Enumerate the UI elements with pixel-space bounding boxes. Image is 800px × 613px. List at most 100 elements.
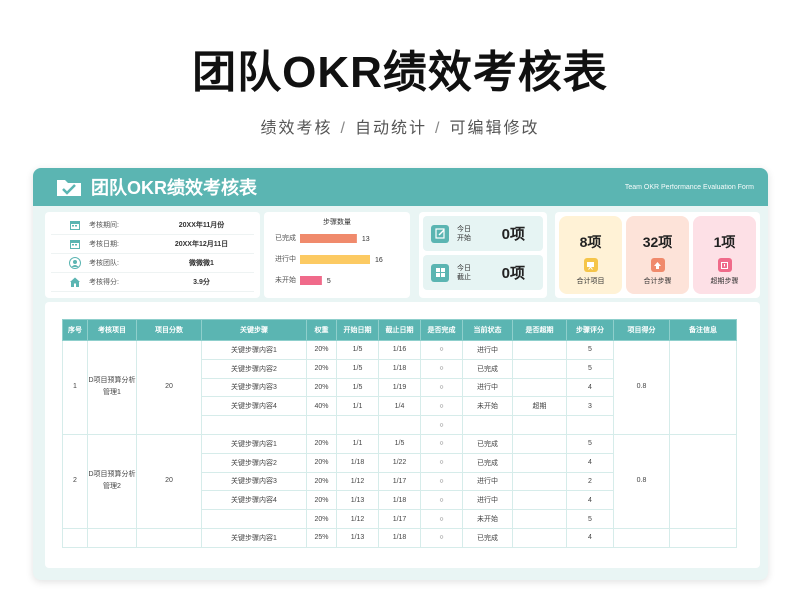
cell-start[interactable]: 1/5 (336, 358, 379, 379)
cell-end[interactable]: 1/18 (378, 358, 421, 379)
cell-done[interactable]: ○ (420, 490, 463, 511)
cell-rating[interactable]: 5 (566, 358, 614, 379)
cell-status[interactable]: 进行中 (462, 490, 513, 511)
cell-weight[interactable]: 20% (306, 377, 337, 398)
cell-end[interactable]: 1/4 (378, 396, 421, 417)
cell-weight[interactable]: 20% (306, 340, 337, 360)
cell-weight[interactable]: 40% (306, 396, 337, 417)
cell-step[interactable]: 关键步骤内容1 (201, 527, 307, 548)
cell-end[interactable]: 1/18 (378, 527, 421, 548)
cell-end[interactable]: 1/5 (378, 433, 421, 454)
cell-status[interactable]: 已完成 (462, 452, 513, 473)
cell-overdue[interactable] (512, 471, 567, 492)
cell-rating[interactable]: 2 (566, 471, 614, 492)
cell-end[interactable]: 1/22 (378, 452, 421, 473)
cell-done[interactable]: ○ (420, 415, 463, 435)
cell-done[interactable]: ○ (420, 509, 463, 529)
cell-project[interactable]: D项目预算分析管理2 (87, 433, 137, 529)
info-value[interactable]: 20XX年11月份 (149, 220, 254, 230)
cell-rating[interactable]: 5 (566, 340, 614, 360)
cell-notes[interactable] (669, 527, 737, 548)
cell-weight[interactable]: 20% (306, 490, 337, 511)
cell-status[interactable]: 已完成 (462, 358, 513, 379)
cell-overdue[interactable] (512, 358, 567, 379)
cell-status[interactable]: 进行中 (462, 377, 513, 398)
cell-status[interactable]: 进行中 (462, 471, 513, 492)
cell-end[interactable]: 1/17 (378, 509, 421, 529)
cell-start[interactable]: 1/13 (336, 490, 379, 511)
cell-end[interactable] (378, 415, 421, 435)
cell-status[interactable]: 未开始 (462, 509, 513, 529)
cell-overdue[interactable] (512, 377, 567, 398)
cell-end[interactable]: 1/18 (378, 490, 421, 511)
cell-start[interactable] (336, 415, 379, 435)
cell-project-result[interactable]: 0.8 (613, 433, 670, 529)
cell-step[interactable]: 关键步骤内容4 (201, 396, 307, 417)
column-header[interactable]: 是否完成 (420, 319, 463, 341)
cell-step[interactable]: 关键步骤内容3 (201, 471, 307, 492)
cell-weight[interactable]: 20% (306, 358, 337, 379)
cell-start[interactable]: 1/1 (336, 433, 379, 454)
cell-index[interactable]: 1 (62, 340, 88, 435)
cell-step[interactable]: 关键步骤内容2 (201, 358, 307, 379)
cell-project[interactable]: D项目预算分析管理1 (87, 340, 137, 435)
cell-start[interactable]: 1/18 (336, 452, 379, 473)
cell-end[interactable]: 1/17 (378, 471, 421, 492)
cell-step[interactable]: 关键步骤内容1 (201, 433, 307, 454)
column-header[interactable]: 开始日期 (336, 319, 379, 341)
cell-status[interactable]: 进行中 (462, 340, 513, 360)
cell-done[interactable]: ○ (420, 433, 463, 454)
cell-index[interactable] (62, 527, 88, 548)
cell-index[interactable]: 2 (62, 433, 88, 529)
cell-done[interactable]: ○ (420, 396, 463, 417)
cell-status[interactable]: 未开始 (462, 396, 513, 417)
column-header[interactable]: 关键步骤 (201, 319, 307, 341)
cell-overdue[interactable] (512, 527, 567, 548)
cell-rating[interactable]: 3 (566, 396, 614, 417)
info-value[interactable]: 3.9分 (149, 277, 254, 287)
cell-project-score[interactable] (136, 527, 202, 548)
cell-rating[interactable]: 4 (566, 377, 614, 398)
cell-rating[interactable]: 4 (566, 490, 614, 511)
cell-project-result[interactable]: 0.8 (613, 340, 670, 435)
column-header[interactable]: 权重 (306, 319, 337, 341)
cell-weight[interactable]: 25% (306, 527, 337, 548)
column-header[interactable]: 项目得分 (613, 319, 670, 341)
cell-weight[interactable]: 20% (306, 433, 337, 454)
cell-start[interactable]: 1/5 (336, 377, 379, 398)
cell-overdue[interactable]: 超期 (512, 396, 567, 417)
cell-step[interactable]: 关键步骤内容4 (201, 490, 307, 511)
cell-status[interactable] (462, 415, 513, 435)
cell-weight[interactable]: 20% (306, 452, 337, 473)
cell-overdue[interactable] (512, 340, 567, 360)
cell-rating[interactable]: 5 (566, 509, 614, 529)
cell-project-result[interactable] (613, 527, 670, 548)
column-header[interactable]: 步骤评分 (566, 319, 614, 341)
cell-overdue[interactable] (512, 490, 567, 511)
column-header[interactable]: 截止日期 (378, 319, 421, 341)
cell-done[interactable]: ○ (420, 527, 463, 548)
cell-rating[interactable] (566, 415, 614, 435)
cell-start[interactable]: 1/5 (336, 340, 379, 360)
cell-overdue[interactable] (512, 433, 567, 454)
cell-overdue[interactable] (512, 452, 567, 473)
column-header[interactable]: 考核项目 (87, 319, 137, 341)
cell-step[interactable]: 关键步骤内容2 (201, 452, 307, 473)
cell-step[interactable]: 关键步骤内容1 (201, 340, 307, 360)
cell-done[interactable]: ○ (420, 471, 463, 492)
cell-start[interactable]: 1/1 (336, 396, 379, 417)
cell-overdue[interactable] (512, 415, 567, 435)
cell-notes[interactable] (669, 340, 737, 435)
cell-notes[interactable] (669, 433, 737, 529)
cell-step[interactable]: 关键步骤内容3 (201, 377, 307, 398)
column-header[interactable]: 当前状态 (462, 319, 513, 341)
cell-done[interactable]: ○ (420, 358, 463, 379)
cell-rating[interactable]: 5 (566, 433, 614, 454)
cell-end[interactable]: 1/19 (378, 377, 421, 398)
info-value[interactable]: 微微微1 (149, 258, 254, 268)
cell-start[interactable]: 1/12 (336, 471, 379, 492)
cell-status[interactable]: 已完成 (462, 527, 513, 548)
cell-step[interactable] (201, 415, 307, 435)
info-value[interactable]: 20XX年12月11日 (149, 239, 254, 249)
cell-end[interactable]: 1/16 (378, 340, 421, 360)
